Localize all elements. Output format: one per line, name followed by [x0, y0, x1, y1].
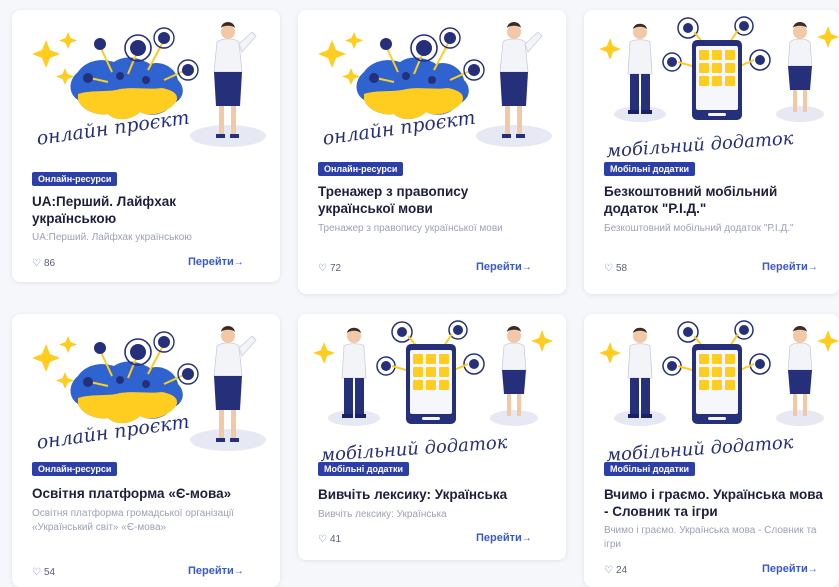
heart-icon: ♡: [604, 565, 613, 576]
likes-counter[interactable]: ♡ 58: [604, 263, 627, 274]
go-link[interactable]: Перейти→: [762, 563, 818, 575]
category-badge: Мобільні додатки: [604, 462, 695, 476]
likes-count: 86: [43, 258, 56, 269]
likes-counter[interactable]: ♡ 41: [318, 534, 341, 545]
go-label: Перейти: [188, 565, 234, 577]
card-title[interactable]: Безкоштовний мобільний додаток "Р.І.Д.": [604, 183, 830, 217]
card-illustration: мобільний додаток: [588, 314, 839, 472]
likes-count: 41: [329, 534, 342, 545]
woman-figure: [213, 22, 257, 138]
category-badge: Мобільні додатки: [318, 462, 409, 476]
card-illustration: онлайн проєкт: [16, 314, 276, 472]
online-project-illustration: онлайн проєкт: [32, 22, 266, 150]
online-project-illustration: онлайн проєкт: [32, 326, 266, 454]
online-project-illustration: онлайн проєкт: [318, 22, 552, 150]
resource-card[interactable]: мобільний додаток Мобільні додатки Безко…: [584, 10, 839, 294]
go-link[interactable]: Перейти→: [762, 261, 818, 273]
phone-device: [406, 344, 456, 424]
go-label: Перейти: [762, 563, 808, 575]
card-description: UA:Перший. Лайфхак українською: [32, 232, 192, 243]
likes-counter[interactable]: ♡ 72: [318, 263, 341, 274]
likes-count: 72: [329, 263, 342, 274]
arrow-right-icon: →: [233, 566, 244, 577]
resource-card[interactable]: онлайн проєкт Онлайн-ресурси UA:Перший. …: [12, 10, 280, 282]
mobile-app-illustration: мобільний додаток: [599, 320, 839, 466]
card-description: Освітня платформа громадської організаці…: [32, 508, 234, 533]
resource-card[interactable]: мобільний додаток Мобільні додатки Вчимо…: [584, 314, 839, 587]
card-description: Вивчіть лексику: Українська: [318, 509, 447, 520]
arrow-right-icon: →: [521, 533, 532, 544]
category-badge: Онлайн-ресурси: [318, 162, 404, 176]
card-illustration: онлайн проєкт: [302, 10, 562, 168]
go-label: Перейти: [476, 532, 522, 544]
go-label: Перейти: [188, 256, 234, 268]
woman-figure: [213, 326, 257, 442]
likes-count: 54: [43, 567, 56, 578]
card-illustration: онлайн проєкт: [16, 10, 276, 168]
card-title[interactable]: Освітня платформа «Є-мова»: [32, 485, 258, 502]
card-title[interactable]: Тренажер з правопису української мови: [318, 183, 544, 217]
go-link[interactable]: Перейти→: [476, 532, 532, 544]
arrow-right-icon: →: [807, 564, 818, 575]
arrow-right-icon: →: [807, 262, 818, 273]
go-link[interactable]: Перейти→: [476, 261, 532, 273]
woman-figure: [499, 22, 543, 138]
category-badge: Онлайн-ресурси: [32, 462, 118, 476]
card-description: Тренажер з правопису української мови: [318, 223, 503, 234]
likes-counter[interactable]: ♡ 86: [32, 258, 55, 269]
mobile-app-illustration: мобільний додаток: [599, 16, 839, 162]
phone-device: [692, 40, 742, 120]
card-title[interactable]: Вивчіть лексику: Українська: [318, 486, 544, 503]
woman-figure: [501, 326, 527, 416]
man-figure: [341, 327, 367, 418]
mobile-app-illustration: мобільний додаток: [313, 320, 553, 466]
woman-figure: [787, 326, 813, 416]
card-illustration: мобільний додаток: [302, 314, 562, 472]
svg-text:мобільний додаток: мобільний додаток: [606, 128, 795, 162]
likes-count: 58: [615, 263, 628, 274]
heart-icon: ♡: [318, 263, 327, 274]
arrow-right-icon: →: [521, 262, 532, 273]
card-description: Безкоштовний мобільний додаток "Р.І.Д.": [604, 223, 794, 234]
sparkle-icon: [32, 32, 77, 85]
card-description: Вчимо і граємо. Українська мова - Словни…: [604, 525, 817, 550]
svg-text:мобільний додаток: мобільний додаток: [320, 432, 509, 466]
sparkle-icon: [32, 336, 77, 389]
likes-counter[interactable]: ♡ 24: [604, 565, 627, 576]
likes-counter[interactable]: ♡ 54: [32, 567, 55, 578]
go-link[interactable]: Перейти→: [188, 256, 244, 268]
heart-icon: ♡: [318, 534, 327, 545]
card-title[interactable]: UA:Перший. Лайфхак українською: [32, 193, 258, 227]
heart-icon: ♡: [604, 263, 613, 274]
card-title[interactable]: Вчимо і граємо. Українська мова - Словни…: [604, 486, 830, 520]
likes-count: 24: [615, 565, 628, 576]
card-illustration: мобільний додаток: [588, 10, 839, 168]
phone-device: [692, 344, 742, 424]
category-badge: Онлайн-ресурси: [32, 172, 118, 186]
go-label: Перейти: [762, 261, 808, 273]
resource-card[interactable]: онлайн проєкт Онлайн-ресурси Тренажер з …: [298, 10, 566, 294]
man-figure: [627, 327, 653, 418]
man-figure: [627, 23, 653, 114]
woman-figure: [787, 22, 813, 112]
go-label: Перейти: [476, 261, 522, 273]
heart-icon: ♡: [32, 567, 41, 578]
category-badge: Мобільні додатки: [604, 162, 695, 176]
svg-text:мобільний додаток: мобільний додаток: [606, 432, 795, 466]
resource-card[interactable]: онлайн проєкт Онлайн-ресурси Освітня пла…: [12, 314, 280, 587]
sparkle-icon: [318, 32, 363, 85]
arrow-right-icon: →: [233, 257, 244, 268]
resource-card[interactable]: мобільний додаток Мобільні додатки Вивчі…: [298, 314, 566, 560]
heart-icon: ♡: [32, 258, 41, 269]
go-link[interactable]: Перейти→: [188, 565, 244, 577]
